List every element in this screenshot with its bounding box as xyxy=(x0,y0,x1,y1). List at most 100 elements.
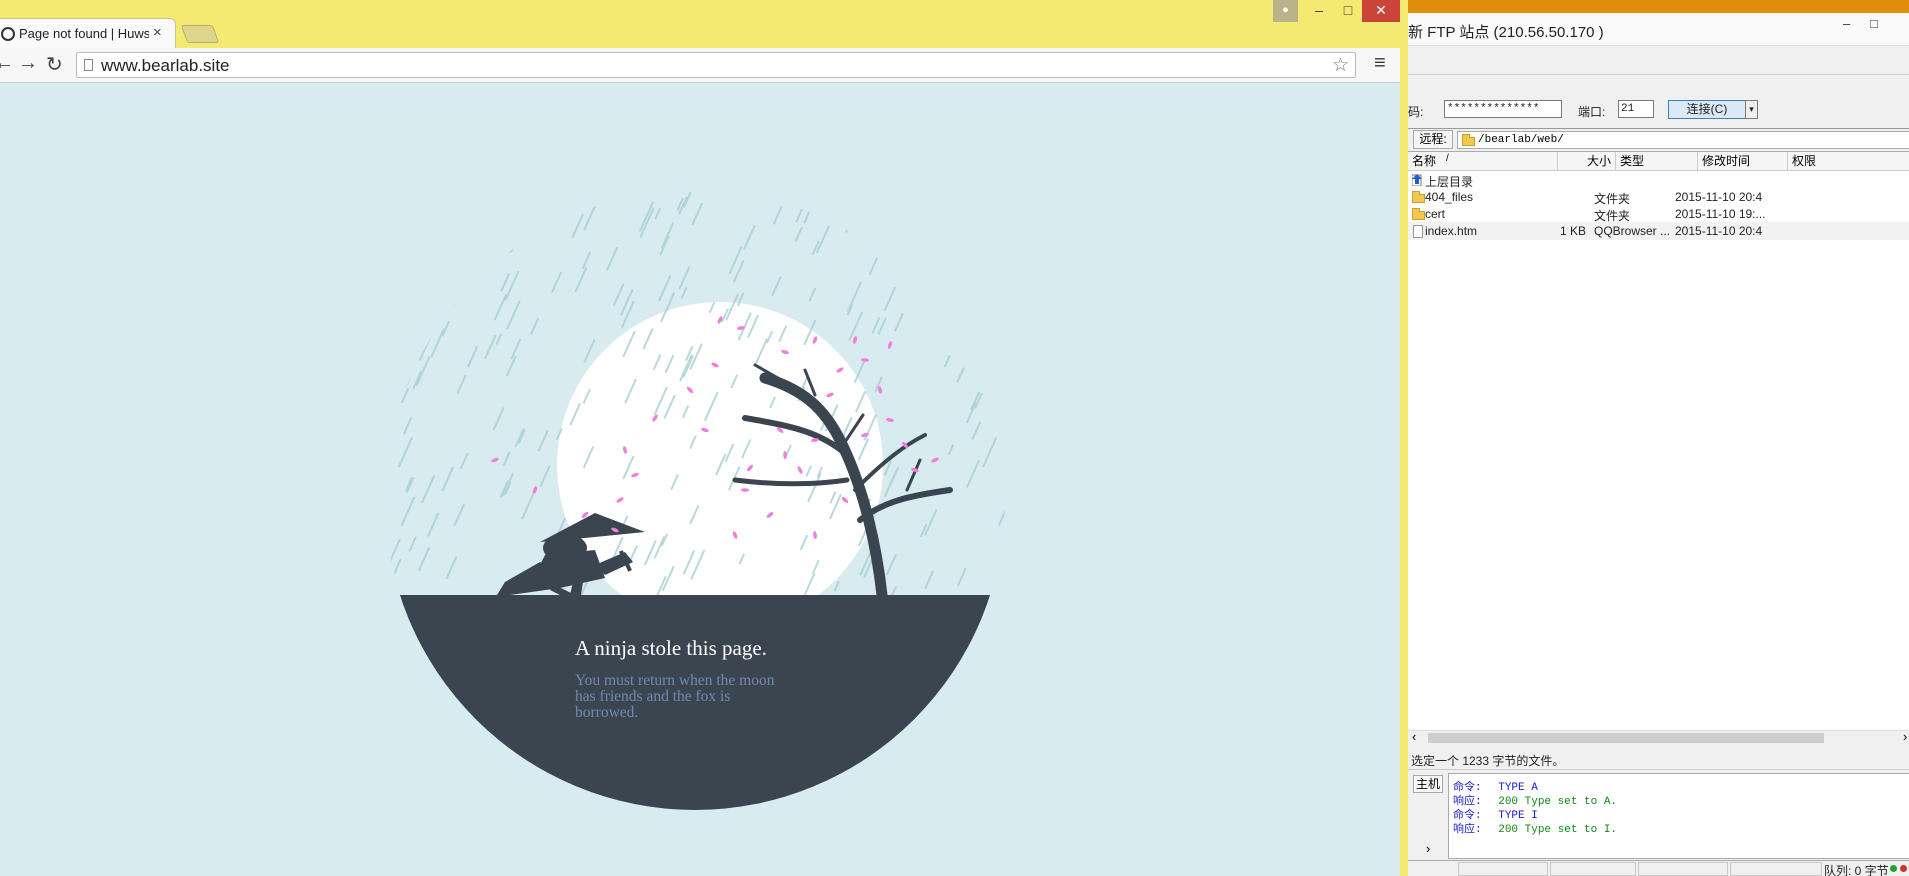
file-row-cert[interactable]: cert 文件夹 2015-11-10 19:... xyxy=(1408,205,1909,223)
rain-streak xyxy=(950,260,958,275)
folder-icon xyxy=(1412,191,1425,203)
file-type: QQBrowser ... xyxy=(1594,224,1671,238)
rain-streak xyxy=(397,297,408,318)
file-name: 404_files xyxy=(1425,190,1474,204)
column-size[interactable]: 大小 xyxy=(1558,152,1616,170)
forward-arrow-icon[interactable]: → xyxy=(18,52,38,75)
rain-streak xyxy=(435,238,442,250)
rain-streak xyxy=(426,190,440,201)
column-type[interactable]: 类型 xyxy=(1616,152,1698,170)
ftp-maximize-button[interactable]: □ xyxy=(1870,16,1878,31)
column-modified[interactable]: 修改时间 xyxy=(1698,152,1788,170)
connect-button[interactable]: 连接(C) xyxy=(1668,100,1746,119)
file-row-404-files[interactable]: 404_files 文件夹 2015-11-10 20:4 xyxy=(1408,188,1909,206)
browser-window: Page not found | Huwsh × ● – □ ✕ ← → ↻ w… xyxy=(0,0,1400,876)
rain-streak xyxy=(400,357,410,376)
selection-status: 选定一个 1233 字节的文件。 xyxy=(1408,749,1909,770)
file-row-parent[interactable]: 上层目录 xyxy=(1408,171,1909,189)
log-output: 命令: TYPE A 响应: 200 Type set to A. 命令: TY… xyxy=(1448,773,1909,859)
rain-streak xyxy=(417,307,425,321)
scrollbar-thumb[interactable] xyxy=(1428,733,1824,743)
rain-streak xyxy=(424,218,433,234)
rain-streak xyxy=(398,258,407,272)
bookmark-star-icon[interactable]: ☆ xyxy=(1332,54,1349,77)
rain-streak xyxy=(437,231,447,249)
status-light-icon xyxy=(1900,865,1907,872)
rain-streak xyxy=(898,225,906,240)
column-name[interactable]: 名称 / xyxy=(1408,152,1558,170)
status-light-icon xyxy=(1890,865,1897,872)
rain-streak xyxy=(401,317,409,331)
port-label: 端口: xyxy=(1578,105,1606,119)
up-arrow-icon xyxy=(1412,174,1422,186)
file-modified: 2015-11-10 20:4 xyxy=(1675,224,1763,238)
rain-streak xyxy=(395,198,404,213)
status-pane xyxy=(1638,862,1728,876)
connect-dropdown-icon[interactable]: ▾ xyxy=(1745,100,1758,119)
url-text[interactable]: www.bearlab.site xyxy=(101,56,230,76)
rain-streak xyxy=(996,297,1005,326)
browser-titlebar: Page not found | Huwsh × ● – □ ✕ xyxy=(0,0,1400,48)
remote-path-bar: 远程: /bearlab/web/ xyxy=(1408,128,1909,151)
rain-streak xyxy=(394,238,406,259)
file-name: index.htm xyxy=(1425,224,1478,238)
remote-path-input[interactable]: /bearlab/web/ xyxy=(1457,131,1909,149)
status-pane xyxy=(1730,862,1822,876)
rain-streak xyxy=(866,209,876,228)
file-size: 1 KB xyxy=(1560,224,1587,238)
rain-streak xyxy=(845,212,856,233)
file-row-index-htm[interactable]: index.htm 1 KB QQBrowser ... 2015-11-10 … xyxy=(1408,222,1909,240)
user-profile-icon[interactable]: ● xyxy=(1273,0,1298,22)
ftp-window-title: 新 FTP 站点 (210.56.50.170 ) xyxy=(1408,24,1604,41)
tab-host[interactable]: 主机 xyxy=(1413,775,1443,793)
column-permissions[interactable]: 权限 xyxy=(1788,152,1909,170)
password-label: 码: xyxy=(1408,105,1424,119)
rain-streak xyxy=(431,294,445,318)
ftp-titlebar: 新 FTP 站点 (210.56.50.170 ) – □ xyxy=(1408,13,1909,46)
log-line: 响应: 200 Type set to I. xyxy=(1453,824,1618,836)
ftp-menubar xyxy=(1408,46,1909,75)
remote-label: 远程: xyxy=(1413,130,1453,149)
browser-menu-icon[interactable]: ≡ xyxy=(1374,52,1386,75)
rain-streak xyxy=(419,300,430,320)
column-name-label: 名称 xyxy=(1412,154,1437,168)
rain-streak xyxy=(984,190,999,212)
ftp-top-stripe xyxy=(1408,0,1909,13)
tab-page-not-found[interactable]: Page not found | Huwsh × xyxy=(0,18,176,48)
rain-streak xyxy=(980,210,990,226)
log-expand-icon[interactable]: › xyxy=(1426,841,1430,856)
rain-streak xyxy=(426,306,437,328)
rain-streak xyxy=(982,240,991,255)
ftp-statusbar: 队列: 0 字节 xyxy=(1408,860,1909,876)
rain-streak xyxy=(386,345,394,359)
log-panel: 主机 › 命令: TYPE A 响应: 200 Type set to A. 命… xyxy=(1408,773,1909,859)
rain-streak xyxy=(966,280,974,292)
back-arrow-icon[interactable]: ← xyxy=(0,52,14,75)
address-bar[interactable]: www.bearlab.site ☆ xyxy=(76,52,1356,78)
connection-bar: 码: ************** 端口: 21 连接(C) ▾ xyxy=(1408,98,1909,124)
scroll-left-icon[interactable]: ‹ xyxy=(1412,729,1416,744)
maximize-button[interactable]: □ xyxy=(1334,0,1362,22)
remote-path-text: /bearlab/web/ xyxy=(1478,134,1564,146)
port-field[interactable]: 21 xyxy=(1618,100,1654,118)
folder-icon xyxy=(1412,208,1425,220)
new-tab-button[interactable] xyxy=(180,25,220,43)
minimize-button[interactable]: – xyxy=(1305,0,1333,22)
file-modified: 2015-11-10 20:4 xyxy=(1675,190,1763,204)
rain-streak xyxy=(920,240,928,253)
rain-streak xyxy=(392,190,404,200)
password-field[interactable]: ************** xyxy=(1444,100,1562,118)
horizontal-scrollbar[interactable]: ‹ › xyxy=(1408,729,1909,746)
status-text: 选定一个 1233 字节的文件。 xyxy=(1411,754,1565,768)
sort-indicator: / xyxy=(1446,153,1449,164)
ftp-window: 新 FTP 站点 (210.56.50.170 ) – □ 码: *******… xyxy=(1400,0,1909,876)
scroll-right-icon[interactable]: › xyxy=(1903,729,1907,744)
file-list-header: 名称 / 大小 类型 修改时间 权限 xyxy=(1408,152,1909,171)
status-pane xyxy=(1458,862,1548,876)
ftp-minimize-button[interactable]: – xyxy=(1843,16,1850,31)
file-icon xyxy=(1413,225,1423,238)
close-window-button[interactable]: ✕ xyxy=(1362,0,1400,22)
reload-icon[interactable]: ↻ xyxy=(46,52,63,77)
tab-close-icon[interactable]: × xyxy=(153,24,162,41)
rain-streak xyxy=(507,191,517,209)
